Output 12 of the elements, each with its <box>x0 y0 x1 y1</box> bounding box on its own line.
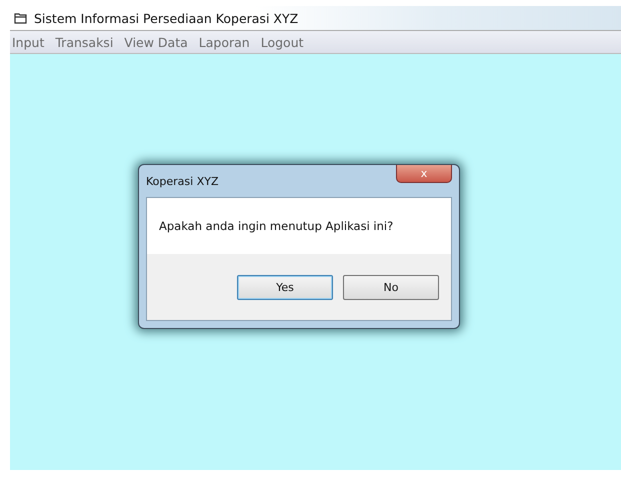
menu-item[interactable]: Input <box>12 34 44 50</box>
menu-item[interactable]: Logout <box>260 34 304 50</box>
menu-item[interactable]: Transaksi <box>55 34 114 50</box>
dialog-button[interactable]: No <box>343 274 439 300</box>
dialog-title: Koperasi XYZ <box>146 174 218 188</box>
close-button[interactable]: x <box>396 165 452 183</box>
window-title: Sistem Informasi Persediaan Koperasi XYZ <box>34 10 298 26</box>
dialog-button[interactable]: Yes <box>237 274 333 300</box>
menu-item[interactable]: View Data <box>124 34 188 50</box>
dialog-message: Apakah anda ingin menutup Aplikasi ini? <box>159 219 394 233</box>
window-icon <box>14 12 28 24</box>
menu-item[interactable]: Laporan <box>198 34 250 50</box>
